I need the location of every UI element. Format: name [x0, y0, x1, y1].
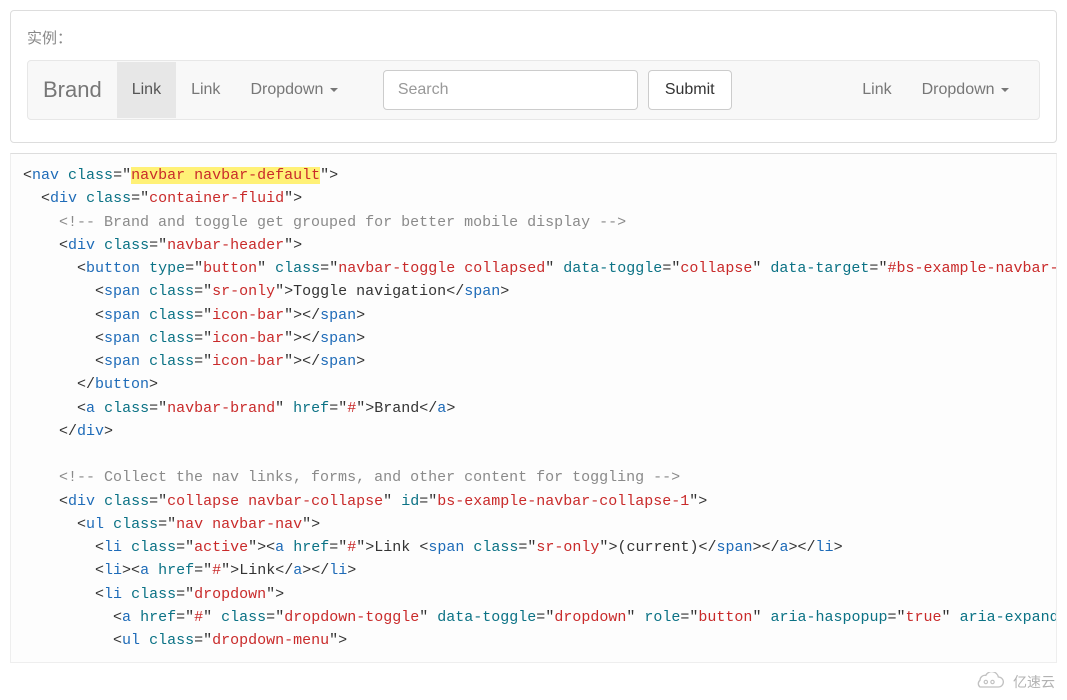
code-attr: #	[212, 562, 221, 579]
example-label: 实例：	[27, 27, 1040, 48]
search-input[interactable]	[383, 70, 638, 110]
watermark-text: 亿速云	[1013, 672, 1055, 692]
navbar-form: Submit	[383, 70, 732, 110]
nav-link-active[interactable]: Link	[117, 62, 176, 118]
code-attr: true	[906, 609, 942, 626]
nav-link[interactable]: Link	[176, 62, 235, 118]
dropdown-label: Dropdown	[250, 81, 323, 98]
code-attr: #	[194, 609, 203, 626]
code-attr: navbar-toggle collapsed	[338, 260, 545, 277]
code-attr: button	[698, 609, 752, 626]
example-panel: 实例： Brand Link Link Dropdown Submit Link…	[10, 10, 1057, 143]
code-attr: navbar-brand	[167, 400, 275, 417]
code-attr: button	[203, 260, 257, 277]
code-attr: nav navbar-nav	[176, 516, 302, 533]
code-attr: icon-bar	[212, 307, 284, 324]
code-comment: <!-- Brand and toggle get grouped for be…	[59, 214, 626, 231]
code-attr: active	[194, 539, 248, 556]
code-block: <nav class="navbar navbar-default"> <div…	[10, 153, 1057, 663]
dropdown-label-right: Dropdown	[922, 81, 995, 98]
navbar-brand[interactable]: Brand	[43, 62, 117, 118]
code-attr: sr-only	[536, 539, 599, 556]
nav-right: Link Dropdown	[847, 62, 1024, 118]
code-attr: #bs-example-navbar-collapse-1	[887, 260, 1057, 277]
nav-item-dropdown-right[interactable]: Dropdown	[907, 62, 1024, 118]
code-attr: dropdown	[554, 609, 626, 626]
code-attr: navbar-header	[167, 237, 284, 254]
code-text: Link	[239, 562, 275, 579]
nav-dropdown-toggle[interactable]: Dropdown	[235, 62, 352, 118]
nav-dropdown-toggle-right[interactable]: Dropdown	[907, 62, 1024, 118]
code-attr: dropdown-toggle	[284, 609, 419, 626]
code-attr: bs-example-navbar-collapse-1	[437, 493, 689, 510]
code-attr: sr-only	[212, 283, 275, 300]
code-attr: container-fluid	[149, 190, 284, 207]
code-text: (current)	[617, 539, 698, 556]
code-attr: dropdown	[194, 586, 266, 603]
caret-down-icon	[330, 88, 338, 92]
highlighted-class: navbar navbar-default	[131, 167, 320, 184]
code-attr: collapse	[680, 260, 752, 277]
code-attr: #	[347, 539, 356, 556]
code-attr: dropdown-menu	[212, 632, 329, 649]
code-text: Link	[374, 539, 410, 556]
nav-item-link-1[interactable]: Link	[117, 62, 176, 118]
code-attr: collapse navbar-collapse	[167, 493, 383, 510]
code-attr: #	[347, 400, 356, 417]
code-text: Toggle navigation	[293, 283, 446, 300]
code-text: Brand	[374, 400, 419, 417]
code-attr: icon-bar	[212, 330, 284, 347]
nav-left: Link Link Dropdown	[117, 62, 353, 118]
caret-down-icon	[1001, 88, 1009, 92]
submit-button[interactable]: Submit	[648, 70, 732, 110]
watermark: 亿速云	[973, 672, 1055, 692]
nav-item-dropdown-left[interactable]: Dropdown	[235, 62, 352, 118]
nav-link-right[interactable]: Link	[847, 62, 906, 118]
navbar: Brand Link Link Dropdown Submit Link Dro…	[27, 60, 1040, 120]
nav-item-link-2[interactable]: Link	[176, 62, 235, 118]
cloud-icon	[973, 672, 1007, 692]
code-comment: <!-- Collect the nav links, forms, and o…	[59, 469, 680, 486]
code-attr: icon-bar	[212, 353, 284, 370]
nav-item-link-right[interactable]: Link	[847, 62, 906, 118]
